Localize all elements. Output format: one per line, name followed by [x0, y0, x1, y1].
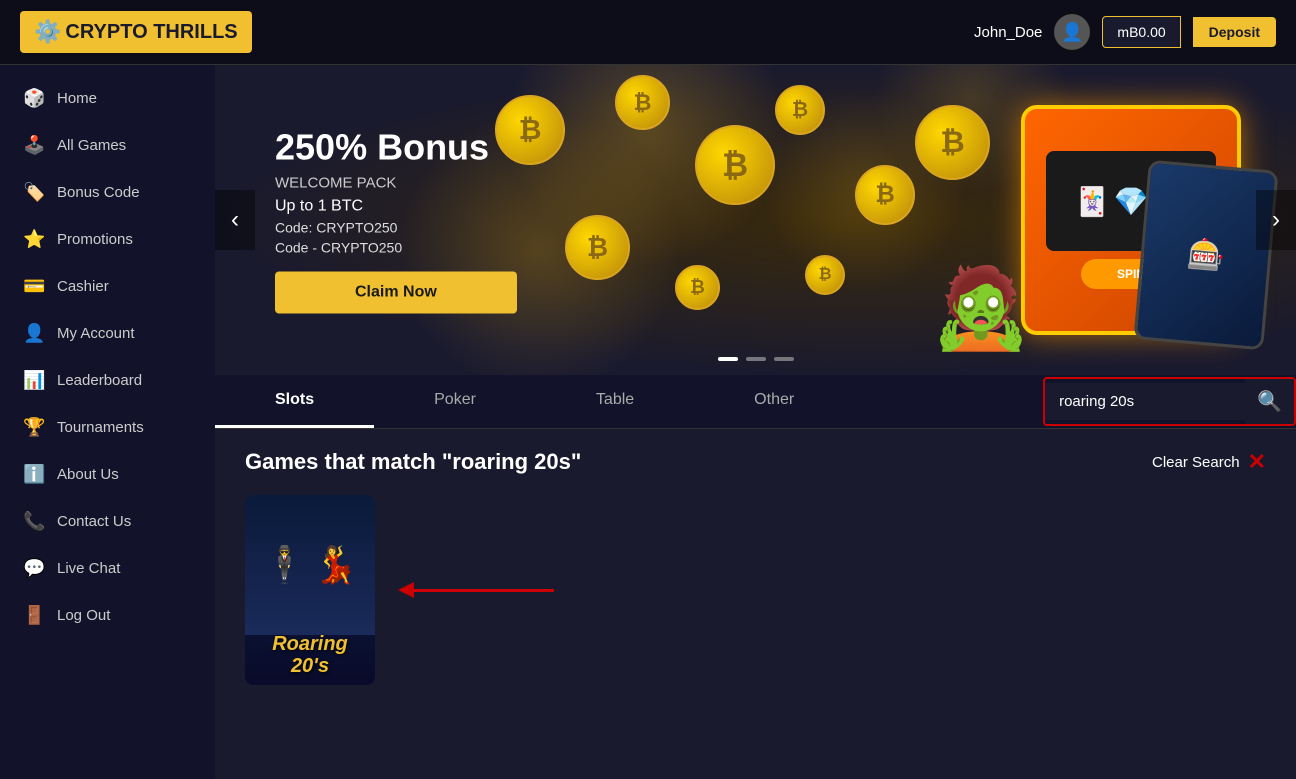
search-box: 🔍 — [1043, 377, 1296, 426]
sidebar-item-home[interactable]: 🎲 Home — [0, 75, 215, 122]
cashier-icon: 💳 — [23, 276, 45, 297]
bonus-code-icon: 🏷️ — [23, 182, 45, 203]
coin-decoration-9: ₿ — [805, 255, 845, 295]
character-man: 🕴️ — [262, 544, 307, 586]
contact-us-icon: 📞 — [23, 511, 45, 532]
promotions-icon: ⭐ — [23, 229, 45, 250]
game-card-inner: 🕴️ 💃 Roaring 20's — [245, 495, 375, 685]
zombie-decoration: 🧟 — [931, 261, 1031, 355]
header: ⚙️ CRYPTO THRILLS John_Doe 👤 mB0.00 Depo… — [0, 0, 1296, 65]
promo-banner: ₿ ₿ ₿ ₿ ₿ ₿ ₿ ₿ ₿ 250% Bonus WELCOME PAC… — [215, 65, 1296, 375]
banner-dot-1[interactable] — [718, 357, 738, 361]
sidebar-label-bonus-code: Bonus Code — [57, 184, 140, 201]
banner-dot-2[interactable] — [746, 357, 766, 361]
code-line1: Code: CRYPTO250 — [275, 220, 517, 236]
live-chat-icon: 💬 — [23, 558, 45, 579]
sidebar-label-cashier: Cashier — [57, 278, 109, 295]
sidebar-label-home: Home — [57, 90, 97, 107]
banner-next-button[interactable]: › — [1256, 190, 1296, 250]
sidebar-label-my-account: My Account — [57, 325, 135, 342]
content-area: ₿ ₿ ₿ ₿ ₿ ₿ ₿ ₿ ₿ 250% Bonus WELCOME PAC… — [215, 65, 1296, 779]
game-title-line2: 20's — [245, 655, 375, 677]
code-line2: Code - CRYPTO250 — [275, 240, 517, 256]
games-grid: 🕴️ 💃 Roaring 20's — [245, 495, 1266, 685]
claim-now-button[interactable]: Claim Now — [275, 272, 517, 314]
welcome-pack-label: WELCOME PACK — [275, 175, 517, 192]
sidebar-item-log-out[interactable]: 🚪 Log Out — [0, 592, 215, 639]
sidebar-label-log-out: Log Out — [57, 607, 110, 624]
clear-search-icon: ✕ — [1248, 449, 1266, 475]
sidebar-item-all-games[interactable]: 🕹️ All Games — [0, 122, 215, 169]
username-label: John_Doe — [974, 24, 1042, 41]
search-input[interactable] — [1045, 383, 1245, 420]
sidebar-label-contact-us: Contact Us — [57, 513, 131, 530]
tab-slots[interactable]: Slots — [215, 375, 374, 428]
section-title: Games that match "roaring 20s" — [245, 449, 581, 475]
arrow-head — [398, 582, 414, 598]
tab-table[interactable]: Table — [536, 375, 694, 428]
all-games-icon: 🕹️ — [23, 135, 45, 156]
sidebar-item-leaderboard[interactable]: 📊 Leaderboard — [0, 357, 215, 404]
about-us-icon: ℹ️ — [23, 464, 45, 485]
header-right: John_Doe 👤 mB0.00 Deposit — [974, 14, 1276, 50]
sidebar-label-about-us: About Us — [57, 466, 119, 483]
coin-decoration-7: ₿ — [855, 165, 915, 225]
coin-decoration-3: ₿ — [695, 125, 775, 205]
phone-device-graphic: 🎰 — [1133, 160, 1278, 351]
sidebar-item-cashier[interactable]: 💳 Cashier — [0, 263, 215, 310]
my-account-icon: 👤 — [23, 323, 45, 344]
game-card-roaring-20s[interactable]: 🕴️ 💃 Roaring 20's — [245, 495, 375, 685]
banner-text-block: 250% Bonus WELCOME PACK Up to 1 BTC Code… — [275, 127, 517, 314]
arrow-indicator — [400, 582, 554, 598]
section-header: Games that match "roaring 20s" Clear Sea… — [245, 449, 1266, 475]
games-section: Games that match "roaring 20s" Clear Sea… — [215, 429, 1296, 779]
search-button[interactable]: 🔍 — [1245, 379, 1294, 424]
sidebar-label-tournaments: Tournaments — [57, 419, 144, 436]
sidebar-item-contact-us[interactable]: 📞 Contact Us — [0, 498, 215, 545]
banner-prev-button[interactable]: ‹ — [215, 190, 255, 250]
clear-search-label: Clear Search — [1152, 454, 1240, 471]
banner-slots-graphic: 🧟 🃏💎⭐ SPIN 🎰 — [916, 75, 1266, 365]
avatar[interactable]: 👤 — [1054, 14, 1090, 50]
game-card-art: 🕴️ 💃 — [245, 495, 375, 635]
logo-icon: ⚙️ — [34, 19, 61, 45]
clear-search-button[interactable]: Clear Search ✕ — [1152, 449, 1266, 475]
home-icon: 🎲 — [23, 88, 45, 109]
log-out-icon: 🚪 — [23, 605, 45, 626]
coin-decoration-5: ₿ — [565, 215, 630, 280]
sidebar-item-my-account[interactable]: 👤 My Account — [0, 310, 215, 357]
tab-other[interactable]: Other — [694, 375, 854, 428]
sidebar-item-bonus-code[interactable]: 🏷️ Bonus Code — [0, 169, 215, 216]
sidebar-item-promotions[interactable]: ⭐ Promotions — [0, 216, 215, 263]
character-woman: 💃 — [313, 544, 358, 586]
sidebar-label-leaderboard: Leaderboard — [57, 372, 142, 389]
game-tabs-bar: Slots Poker Table Other 🔍 — [215, 375, 1296, 429]
balance-button[interactable]: mB0.00 — [1102, 16, 1180, 48]
sidebar-label-promotions: Promotions — [57, 231, 133, 248]
sidebar-item-tournaments[interactable]: 🏆 Tournaments — [0, 404, 215, 451]
game-card-title-block: Roaring 20's — [245, 633, 375, 677]
sidebar-label-live-chat: Live Chat — [57, 560, 120, 577]
arrow-line — [414, 589, 554, 592]
btc-amount-label: Up to 1 BTC — [275, 198, 517, 216]
coin-decoration-2: ₿ — [615, 75, 670, 130]
deposit-button[interactable]: Deposit — [1193, 17, 1276, 47]
main-layout: 🎲 Home 🕹️ All Games 🏷️ Bonus Code ⭐ Prom… — [0, 65, 1296, 779]
sidebar: 🎲 Home 🕹️ All Games 🏷️ Bonus Code ⭐ Prom… — [0, 65, 215, 779]
tournaments-icon: 🏆 — [23, 417, 45, 438]
banner-dots — [718, 357, 794, 361]
sidebar-item-live-chat[interactable]: 💬 Live Chat — [0, 545, 215, 592]
tab-poker[interactable]: Poker — [374, 375, 536, 428]
coin-decoration-6: ₿ — [675, 265, 720, 310]
logo[interactable]: ⚙️ CRYPTO THRILLS — [20, 11, 252, 53]
bonus-title: 250% Bonus — [275, 127, 517, 169]
sidebar-label-all-games: All Games — [57, 137, 126, 154]
sidebar-item-about-us[interactable]: ℹ️ About Us — [0, 451, 215, 498]
leaderboard-icon: 📊 — [23, 370, 45, 391]
coin-decoration-4: ₿ — [775, 85, 825, 135]
game-card-container: 🕴️ 💃 Roaring 20's — [245, 495, 375, 685]
game-title-line1: Roaring — [245, 633, 375, 655]
banner-dot-3[interactable] — [774, 357, 794, 361]
logo-text: CRYPTO THRILLS — [65, 21, 237, 44]
